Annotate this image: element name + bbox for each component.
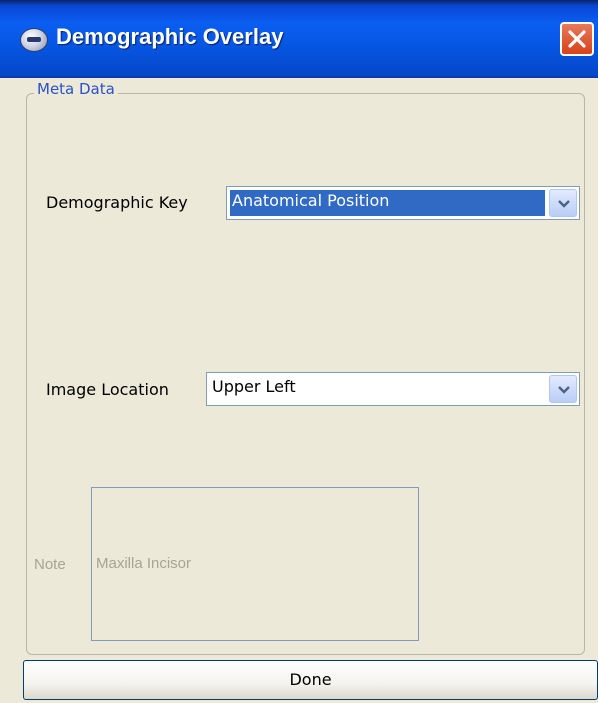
- close-button[interactable]: [560, 22, 594, 56]
- dropdown-button[interactable]: [549, 375, 577, 403]
- image-location-label: Image Location: [46, 380, 169, 399]
- chevron-down-icon: [558, 200, 570, 208]
- note-text: Maxilla Incisor: [96, 555, 192, 572]
- image-location-select[interactable]: Upper Left: [206, 372, 580, 406]
- close-icon: [568, 30, 586, 48]
- group-legend: Meta Data: [34, 80, 118, 98]
- note-label: Note: [34, 556, 66, 573]
- title-bar[interactable]: Demographic Overlay: [0, 0, 598, 78]
- done-button[interactable]: Done: [23, 660, 598, 700]
- app-icon: [20, 28, 48, 52]
- image-location-value: Upper Left: [212, 377, 296, 396]
- demographic-key-label: Demographic Key: [46, 193, 188, 212]
- dialog-window: Demographic Overlay Meta Data Demographi…: [0, 0, 598, 703]
- note-textarea[interactable]: Maxilla Incisor: [91, 487, 419, 641]
- window-title: Demographic Overlay: [56, 24, 284, 49]
- chevron-down-icon: [558, 386, 570, 394]
- demographic-key-value: Anatomical Position: [230, 190, 545, 216]
- demographic-key-select[interactable]: Anatomical Position: [226, 186, 580, 220]
- dropdown-button[interactable]: [549, 189, 577, 217]
